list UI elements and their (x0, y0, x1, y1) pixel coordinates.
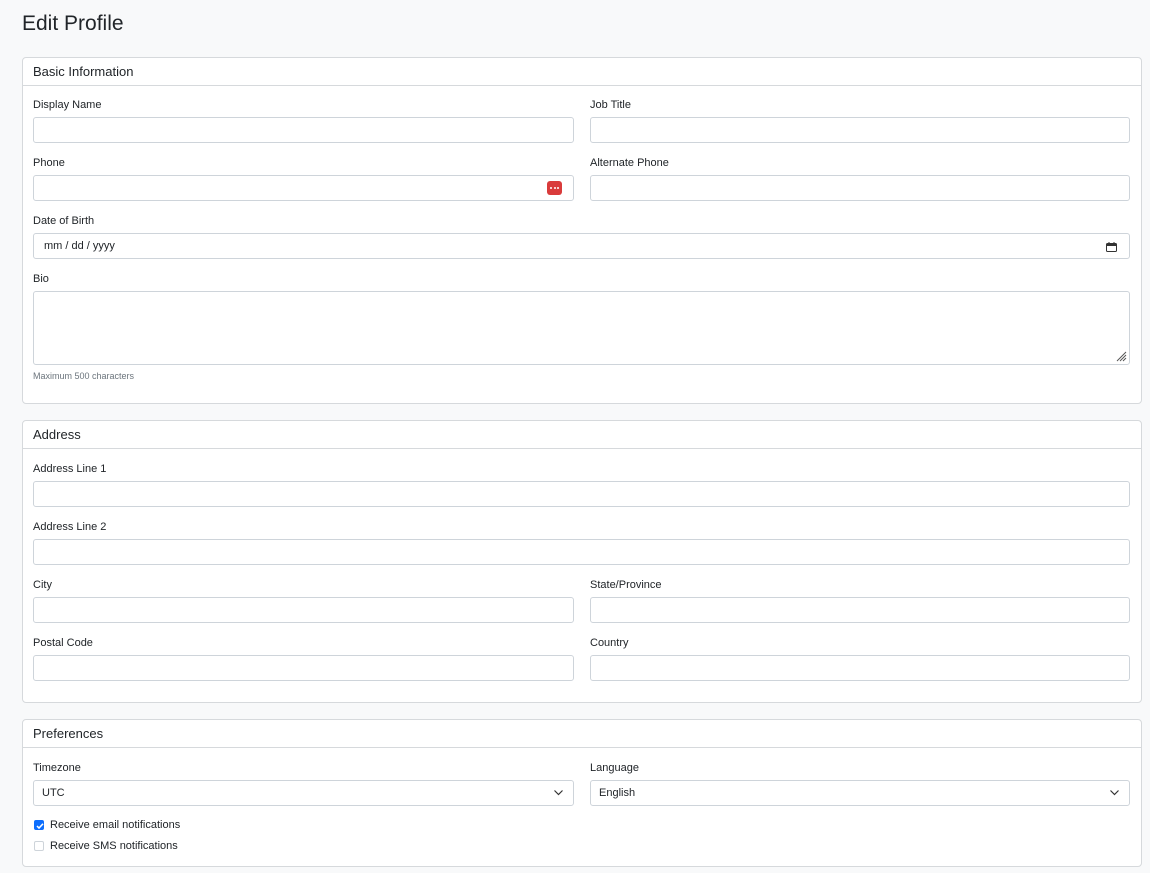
password-manager-icon[interactable] (547, 181, 562, 195)
postal-code-label: Postal Code (33, 637, 93, 649)
city-label: City (33, 579, 52, 591)
phone-label: Phone (33, 157, 65, 169)
date-of-birth-placeholder: mm / dd / yyyy (44, 240, 115, 252)
preferences-header: Preferences (23, 720, 1141, 748)
resize-handle-icon[interactable] (1115, 350, 1127, 362)
language-label: Language (590, 762, 639, 774)
phone-input[interactable] (33, 175, 574, 201)
timezone-label: Timezone (33, 762, 81, 774)
bio-help-text: Maximum 500 characters (33, 371, 135, 381)
alternate-phone-label: Alternate Phone (590, 157, 669, 169)
checkmark-icon (36, 823, 44, 830)
date-of-birth-input[interactable]: mm / dd / yyyy (33, 233, 1130, 259)
address-header: Address (23, 421, 1141, 449)
job-title-input[interactable] (590, 117, 1130, 143)
display-name-input[interactable] (33, 117, 574, 143)
address-line-2-input[interactable] (33, 539, 1130, 565)
timezone-value: UTC (42, 787, 65, 799)
calendar-icon[interactable] (1106, 242, 1117, 252)
sms-notifications-label[interactable]: Receive SMS notifications (50, 840, 178, 853)
bio-label: Bio (33, 273, 49, 285)
preferences-card: Preferences Timezone UTC Language Englis… (22, 719, 1142, 867)
alternate-phone-input[interactable] (590, 175, 1130, 201)
sms-notifications-checkbox[interactable] (34, 841, 44, 851)
email-notifications-checkbox[interactable] (34, 820, 44, 830)
state-province-input[interactable] (590, 597, 1130, 623)
display-name-label: Display Name (33, 99, 102, 111)
country-input[interactable] (590, 655, 1130, 681)
chevron-down-icon (554, 790, 563, 796)
state-province-label: State/Province (590, 579, 662, 591)
basic-information-card: Basic Information Display Name Job Title… (22, 57, 1142, 404)
timezone-select[interactable]: UTC (33, 780, 574, 806)
city-input[interactable] (33, 597, 574, 623)
bio-textarea[interactable] (33, 291, 1130, 365)
address-line-2-label: Address Line 2 (33, 521, 107, 533)
address-card: Address Address Line 1 Address Line 2 Ci… (22, 420, 1142, 703)
job-title-label: Job Title (590, 99, 631, 111)
address-line-1-input[interactable] (33, 481, 1130, 507)
chevron-down-icon (1110, 790, 1119, 796)
email-notifications-label[interactable]: Receive email notifications (50, 819, 180, 832)
language-select[interactable]: English (590, 780, 1130, 806)
page-title: Edit Profile (22, 12, 124, 35)
basic-information-header: Basic Information (23, 58, 1141, 86)
postal-code-input[interactable] (33, 655, 574, 681)
date-of-birth-label: Date of Birth (33, 215, 95, 227)
address-line-1-label: Address Line 1 (33, 463, 107, 475)
language-value: English (599, 787, 636, 799)
country-label: Country (590, 637, 629, 649)
edit-profile-page: Edit Profile Basic Information Display N… (0, 0, 1150, 873)
